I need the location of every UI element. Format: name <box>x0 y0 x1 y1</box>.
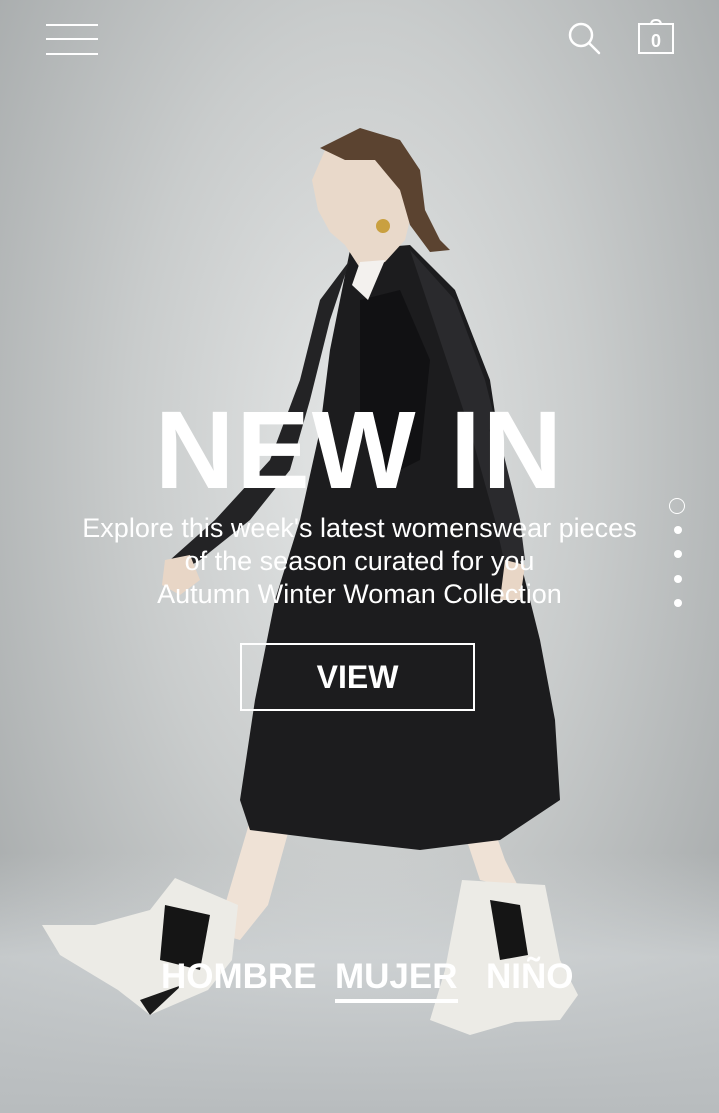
slider-dot-5[interactable] <box>674 599 682 607</box>
gender-nav: HOMBRE MUJER NIÑO <box>0 955 719 1005</box>
menu-button[interactable] <box>46 24 98 55</box>
search-button[interactable] <box>567 21 601 55</box>
hero-subtitle-line: Autumn Winter Woman Collection <box>157 579 562 609</box>
slider-dot-4[interactable] <box>674 575 682 583</box>
menu-bar <box>46 53 98 55</box>
slider-dot-3[interactable] <box>674 550 682 558</box>
view-button[interactable]: VIEW <box>240 643 475 711</box>
cart-button[interactable]: 0 <box>637 18 675 55</box>
cart-count-badge: 0 <box>650 31 661 51</box>
search-icon <box>568 22 601 55</box>
gender-link-hombre[interactable]: HOMBRE <box>161 955 317 999</box>
hero-title: NEW IN <box>154 389 565 512</box>
slider-dot-1[interactable] <box>669 498 685 514</box>
gender-link-nino[interactable]: NIÑO <box>486 955 574 999</box>
menu-bar <box>46 38 98 40</box>
gender-link-mujer[interactable]: MUJER <box>335 955 458 1003</box>
hamburger-menu-icon <box>46 24 98 26</box>
hero-subtitle: Explore this week's latest womenswear pi… <box>60 512 659 611</box>
slider-dot-2[interactable] <box>674 526 682 534</box>
hero-subtitle-line: Explore this week's latest womenswear pi… <box>82 513 637 543</box>
hero-subtitle-line: of the season curated for you <box>184 546 535 576</box>
